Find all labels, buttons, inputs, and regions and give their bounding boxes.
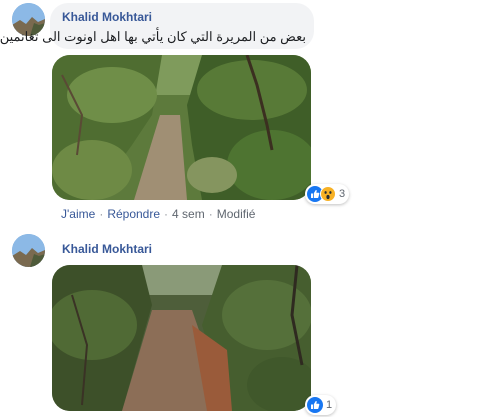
separator: · [208,207,213,221]
separator: · [164,207,169,221]
reaction-summary[interactable]: 1 [305,395,337,415]
comment-text: بعض من المريرة التي كان يأتي بها اهل اون… [0,29,306,44]
reply-link[interactable]: Répondre [107,207,160,221]
edited-label[interactable]: Modifié [217,207,256,221]
like-icon [307,397,323,413]
comment-photo[interactable] [52,55,311,200]
reaction-count: 3 [339,188,346,200]
timestamp[interactable]: 4 sem [172,207,205,221]
reaction-count: 1 [326,399,333,411]
avatar[interactable] [12,234,45,267]
comment-actions: J'aime · Répondre · 4 sem · Modifié [61,207,255,221]
separator: · [99,207,104,221]
wow-icon [320,186,336,202]
comment-photo[interactable] [52,265,311,411]
like-link[interactable]: J'aime [61,207,95,221]
comment-author[interactable]: Khalid Mokhtari [62,10,152,24]
reaction-summary[interactable]: 3 [305,184,350,204]
comment-author[interactable]: Khalid Mokhtari [62,242,152,256]
